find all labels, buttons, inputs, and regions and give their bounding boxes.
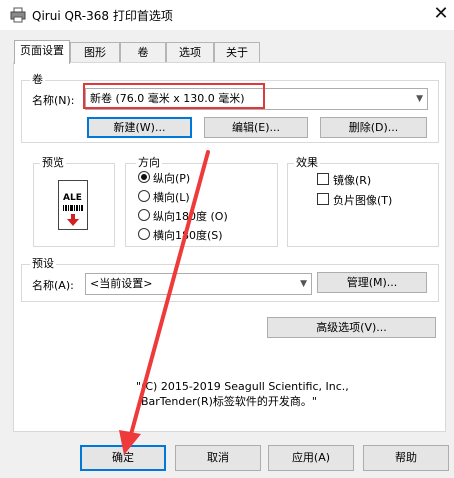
tab-page-setup[interactable]: 页面设置 [14, 40, 70, 64]
annotation-arrow-icon [119, 150, 210, 455]
